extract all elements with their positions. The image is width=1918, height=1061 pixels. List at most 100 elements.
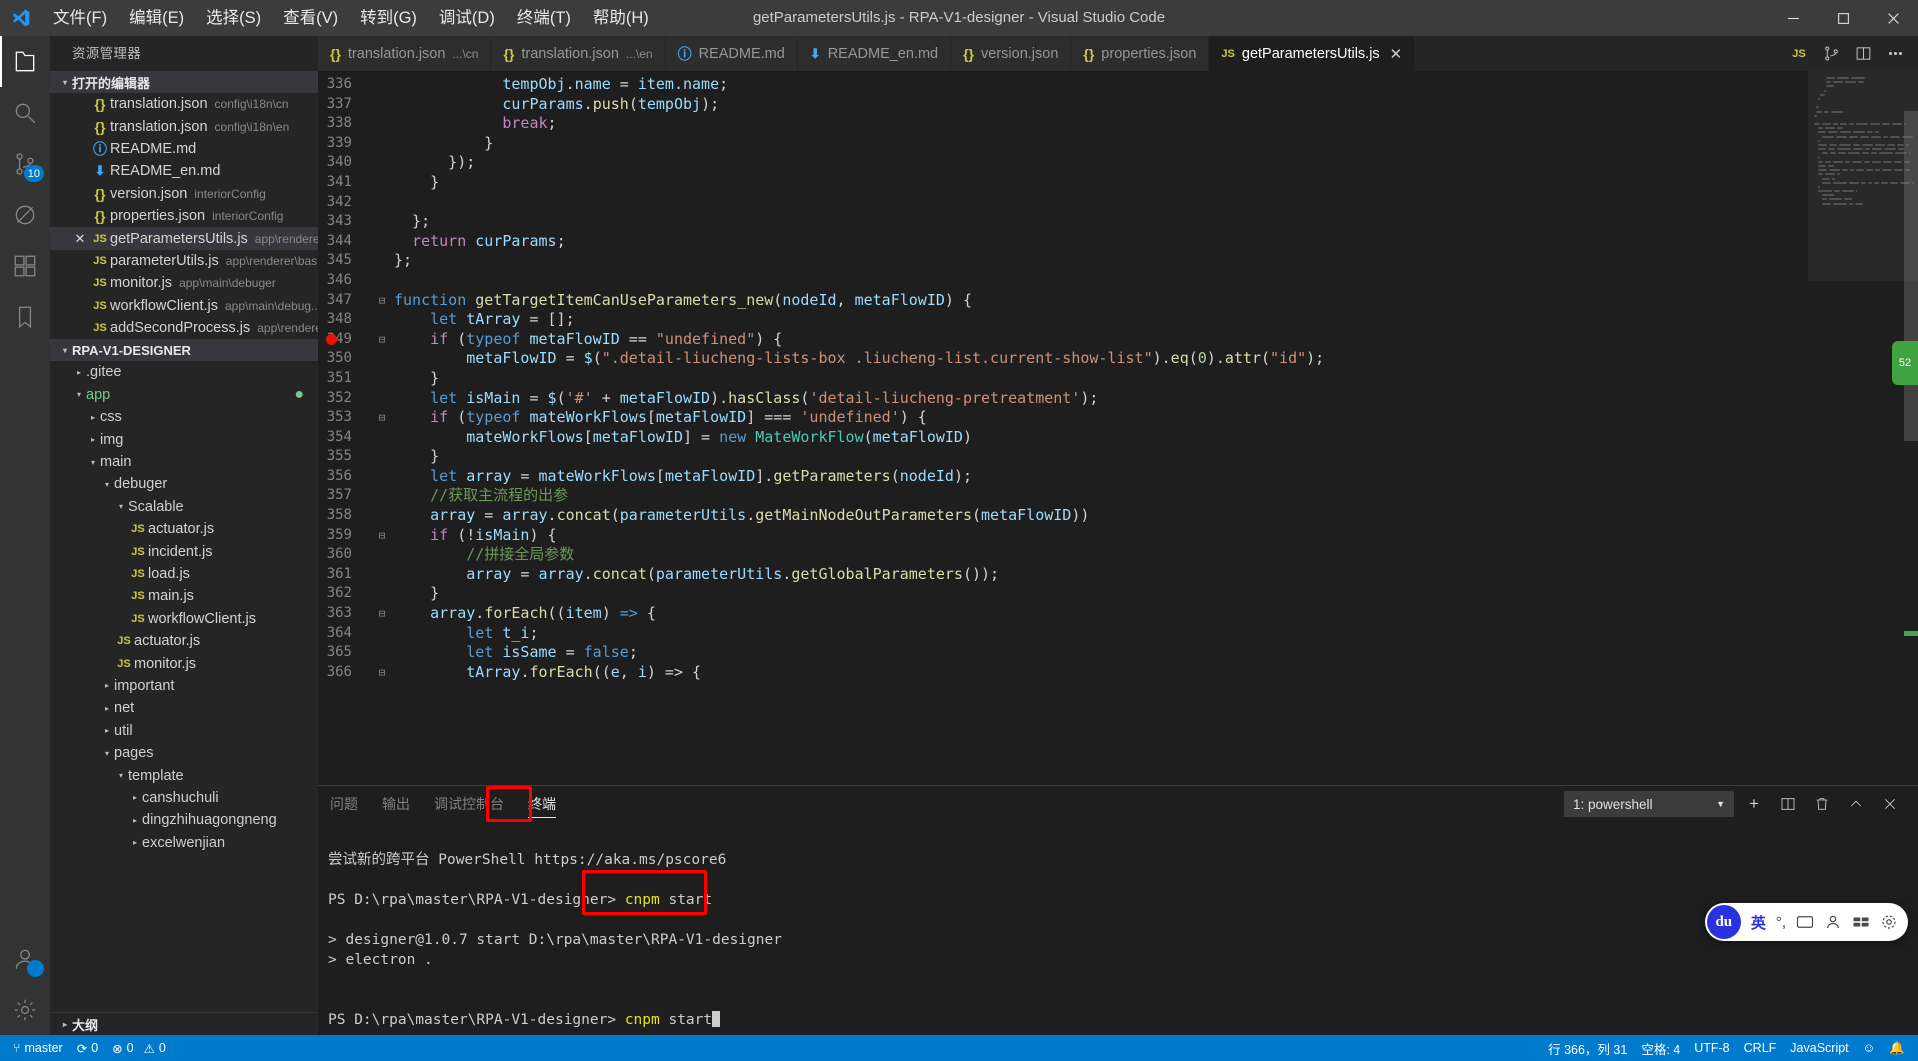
open-editor-item[interactable]: ⬇ README_en.md bbox=[50, 160, 318, 182]
project-root-header[interactable]: ▾ RPA-V1-DESIGNER bbox=[50, 339, 318, 361]
activity-accounts[interactable] bbox=[0, 933, 50, 984]
menu-selection[interactable]: 选择(S) bbox=[195, 0, 272, 36]
kill-terminal-icon[interactable] bbox=[1808, 790, 1836, 818]
run-file-js-icon[interactable]: JS bbox=[1784, 36, 1814, 71]
maximize-panel-icon[interactable] bbox=[1842, 790, 1870, 818]
maximize-button[interactable] bbox=[1818, 0, 1868, 36]
tree-folder-row[interactable]: ▸ dingzhihuagongneng bbox=[50, 809, 318, 831]
activity-source-control[interactable]: 10 bbox=[0, 138, 50, 189]
activity-extensions[interactable] bbox=[0, 240, 50, 291]
menu-edit[interactable]: 编辑(E) bbox=[118, 0, 195, 36]
menu-goto[interactable]: 转到(G) bbox=[349, 0, 428, 36]
status-branch[interactable]: ⑂ master bbox=[6, 1035, 70, 1061]
panel-tab-output[interactable]: 输出 bbox=[370, 786, 422, 822]
split-terminal-icon[interactable] bbox=[1774, 790, 1802, 818]
status-encoding[interactable]: UTF-8 bbox=[1687, 1035, 1736, 1061]
code-editor[interactable]: 336 tempObj.name = item.name; 337 curPara… bbox=[318, 71, 1918, 785]
menu-debug[interactable]: 调试(D) bbox=[428, 0, 506, 36]
status-feedback-icon[interactable]: ☺ bbox=[1856, 1035, 1883, 1061]
status-eol[interactable]: CRLF bbox=[1737, 1035, 1784, 1061]
panel-tab-terminal[interactable]: 终端 bbox=[516, 786, 568, 822]
open-editor-item[interactable]: {} version.json interiorConfig bbox=[50, 183, 318, 205]
tree-folder-row[interactable]: ▾ main bbox=[50, 451, 318, 473]
terminal-output[interactable]: 尝试新的跨平台 PowerShell https://aka.ms/pscore… bbox=[318, 822, 1918, 1035]
fold-collapse-icon[interactable]: ⊟ bbox=[374, 604, 390, 624]
tree-folder-row[interactable]: ▸ img bbox=[50, 428, 318, 450]
tree-file-row[interactable]: JS main.js bbox=[50, 585, 318, 607]
activity-run-debug[interactable] bbox=[0, 189, 50, 240]
open-editors-header[interactable]: ▾ 打开的编辑器 bbox=[50, 71, 318, 93]
tree-folder-row[interactable]: ▸ canshuchuli bbox=[50, 787, 318, 809]
panel-tab-problems[interactable]: 问题 bbox=[318, 786, 370, 822]
menu-view[interactable]: 查看(V) bbox=[272, 0, 349, 36]
ime-keyboard-icon[interactable] bbox=[1852, 913, 1870, 931]
tree-file-row[interactable]: JS monitor.js bbox=[50, 652, 318, 674]
more-actions-icon[interactable] bbox=[1880, 36, 1910, 71]
ime-language-toggle[interactable]: 英 bbox=[1751, 912, 1766, 933]
editor-tab[interactable]: {} translation.json ...\en bbox=[491, 36, 665, 71]
tree-folder-row[interactable]: ▾ template bbox=[50, 764, 318, 786]
tree-file-row[interactable]: JS incident.js bbox=[50, 540, 318, 562]
source-control-icon[interactable] bbox=[1816, 36, 1846, 71]
fold-collapse-icon[interactable]: ⊟ bbox=[374, 663, 390, 683]
baidu-ime-logo-icon[interactable]: du bbox=[1707, 905, 1741, 939]
outline-section-header[interactable]: ▸ 大纲 bbox=[50, 1012, 318, 1035]
menu-terminal[interactable]: 终端(T) bbox=[506, 0, 582, 36]
editor-tab[interactable]: {} properties.json bbox=[1071, 36, 1209, 71]
menu-help[interactable]: 帮助(H) bbox=[582, 0, 660, 36]
status-problems[interactable]: ⊗ 0 ⚠ 0 bbox=[105, 1035, 173, 1061]
code-lines[interactable]: 336 tempObj.name = item.name; 337 curPara… bbox=[318, 71, 1808, 785]
ime-user-icon[interactable] bbox=[1824, 913, 1842, 931]
status-notifications-bell-icon[interactable]: 🔔 bbox=[1882, 1035, 1912, 1061]
open-editor-item[interactable]: {} translation.json config\i18n\en bbox=[50, 115, 318, 137]
split-editor-icon[interactable] bbox=[1848, 36, 1878, 71]
editor-scrollbar[interactable] bbox=[1904, 111, 1918, 441]
minimap[interactable] bbox=[1808, 71, 1918, 785]
editor-tab[interactable]: ⓘ README.md bbox=[666, 36, 798, 71]
side-extension-badge[interactable]: 52 bbox=[1892, 341, 1918, 385]
tree-folder-row[interactable]: ▸ net bbox=[50, 697, 318, 719]
tree-file-row[interactable]: JS actuator.js bbox=[50, 518, 318, 540]
open-editor-item[interactable]: JS monitor.js app\main\debuger bbox=[50, 272, 318, 294]
tree-folder-row[interactable]: ▸ important bbox=[50, 675, 318, 697]
editor-tab[interactable]: {} version.json bbox=[951, 36, 1071, 71]
editor-tab[interactable]: ⬇ README_en.md bbox=[798, 36, 951, 71]
close-icon[interactable]: ✕ bbox=[70, 231, 90, 247]
open-editor-item[interactable]: JSaddSecondProcess.js app\renderer bbox=[50, 317, 318, 339]
tree-folder-row[interactable]: ▾ debuger bbox=[50, 473, 318, 495]
status-indentation[interactable]: 空格: 4 bbox=[1634, 1035, 1687, 1061]
fold-collapse-icon[interactable]: ⊟ bbox=[374, 330, 390, 350]
fold-collapse-icon[interactable]: ⊟ bbox=[374, 291, 390, 311]
open-editor-item[interactable]: {} properties.json interiorConfig bbox=[50, 205, 318, 227]
tree-folder-row[interactable]: ▾ Scalable bbox=[50, 496, 318, 518]
terminal-selector[interactable]: 1: powershell ▼ bbox=[1564, 791, 1734, 817]
open-editor-item[interactable]: {} translation.json config\i18n\cn bbox=[50, 93, 318, 115]
activity-bookmarks[interactable] bbox=[0, 291, 50, 342]
panel-tab-debug-console[interactable]: 调试控制台 bbox=[422, 786, 516, 822]
tree-folder-row[interactable]: ▸ css bbox=[50, 406, 318, 428]
status-language-mode[interactable]: JavaScript bbox=[1783, 1035, 1855, 1061]
open-editor-item[interactable]: ✕JSgetParametersUtils.jsapp\renderer... bbox=[50, 227, 318, 249]
activity-settings[interactable] bbox=[0, 984, 50, 1035]
close-icon[interactable]: ✕ bbox=[1390, 45, 1403, 63]
open-editor-item[interactable]: JS workflowClient.js app\main\debug... bbox=[50, 295, 318, 317]
editor-tab[interactable]: JS getParametersUtils.js ✕ bbox=[1209, 36, 1415, 71]
ime-punctuation-icon[interactable]: °, bbox=[1776, 914, 1786, 931]
tree-file-row[interactable]: JS load.js bbox=[50, 563, 318, 585]
tree-folder-row[interactable]: ▾ pages bbox=[50, 742, 318, 764]
breakpoint-icon[interactable] bbox=[326, 334, 337, 345]
new-terminal-icon[interactable]: + bbox=[1740, 790, 1768, 818]
ime-settings-gear-icon[interactable] bbox=[1880, 913, 1898, 931]
tree-folder-row[interactable]: ▸ util bbox=[50, 720, 318, 742]
open-editor-item[interactable]: ⓘ README.md bbox=[50, 138, 318, 160]
minimize-button[interactable] bbox=[1768, 0, 1818, 36]
status-cursor-position[interactable]: 行 366，列 31 bbox=[1541, 1035, 1634, 1061]
activity-explorer[interactable] bbox=[0, 36, 50, 87]
tree-file-row[interactable]: JS actuator.js bbox=[50, 630, 318, 652]
close-panel-icon[interactable] bbox=[1876, 790, 1904, 818]
ime-screenshot-icon[interactable] bbox=[1796, 913, 1814, 931]
fold-collapse-icon[interactable]: ⊟ bbox=[374, 408, 390, 428]
editor-tab[interactable]: {} translation.json ...\cn bbox=[318, 36, 491, 71]
tree-folder-row[interactable]: ▸ .gitee bbox=[50, 361, 318, 383]
close-button[interactable] bbox=[1868, 0, 1918, 36]
